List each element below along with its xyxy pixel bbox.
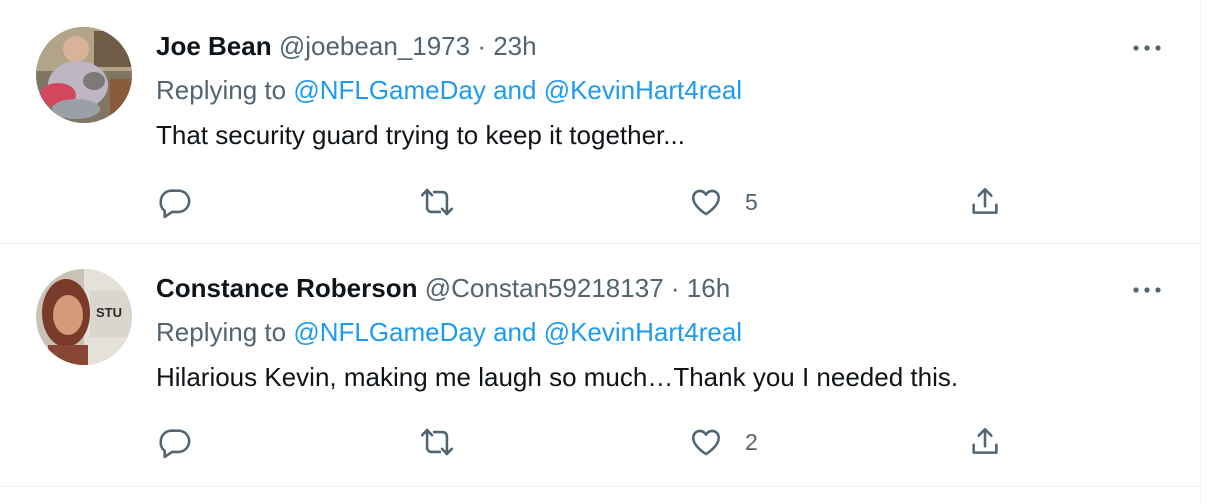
heart-icon xyxy=(691,429,721,456)
tweet-header: Constance Roberson @Constan59218137 · 16… xyxy=(156,272,730,304)
more-icon xyxy=(1133,287,1161,293)
like-button[interactable]: 2 xyxy=(689,420,758,464)
more-button[interactable] xyxy=(1130,38,1164,58)
replying-to-mentions[interactable]: @NFLGameDay and @KevinHart4real xyxy=(293,75,742,105)
replying-prefix: Replying to xyxy=(156,75,287,105)
like-button[interactable]: 5 xyxy=(689,180,758,224)
separator: · xyxy=(670,273,680,303)
reply-icon xyxy=(159,429,191,459)
avatar-badge-text: STU xyxy=(96,305,122,320)
reply-button[interactable] xyxy=(158,180,192,224)
reply-icon xyxy=(159,189,191,219)
avatar[interactable]: STU xyxy=(36,269,132,365)
heart-icon xyxy=(691,189,721,216)
tweet-header: Joe Bean @joebean_1973 · 23h xyxy=(156,30,537,62)
tweet[interactable]: Joe Bean @joebean_1973 · 23h Replying to… xyxy=(0,0,1200,244)
display-name[interactable]: Constance Roberson xyxy=(156,273,418,303)
tweet-text: Hilarious Kevin, making me laugh so much… xyxy=(156,362,959,392)
more-button[interactable] xyxy=(1130,280,1164,300)
like-count: 2 xyxy=(745,428,758,455)
separator: · xyxy=(477,31,486,61)
like-count: 5 xyxy=(745,188,758,215)
retweet-button[interactable] xyxy=(420,420,454,464)
share-button[interactable] xyxy=(968,420,1002,464)
replying-to: Replying to @NFLGameDay and @KevinHart4r… xyxy=(156,316,742,348)
reply-button[interactable] xyxy=(158,420,192,464)
tweet[interactable]: STU Constance Roberson @Constan59218137 … xyxy=(0,244,1200,487)
timestamp[interactable]: 23h xyxy=(493,31,536,61)
retweet-icon xyxy=(420,188,454,216)
timestamp[interactable]: 16h xyxy=(687,273,730,303)
replying-to: Replying to @NFLGameDay and @KevinHart4r… xyxy=(156,74,742,106)
retweet-button[interactable] xyxy=(420,180,454,224)
replying-prefix: Replying to xyxy=(156,317,287,347)
reply-feed: Joe Bean @joebean_1973 · 23h Replying to… xyxy=(0,0,1201,504)
retweet-icon xyxy=(420,428,454,456)
user-handle[interactable]: @joebean_1973 xyxy=(279,31,470,61)
replying-to-mentions[interactable]: @NFLGameDay and @KevinHart4real xyxy=(293,317,742,347)
share-button[interactable] xyxy=(968,180,1002,224)
share-icon xyxy=(972,187,998,214)
share-icon xyxy=(972,427,998,454)
tweet-text: That security guard trying to keep it to… xyxy=(156,120,685,150)
more-icon xyxy=(1133,45,1161,51)
display-name[interactable]: Joe Bean xyxy=(156,31,272,61)
user-handle[interactable]: @Constan59218137 xyxy=(425,273,664,303)
avatar[interactable] xyxy=(36,27,132,123)
